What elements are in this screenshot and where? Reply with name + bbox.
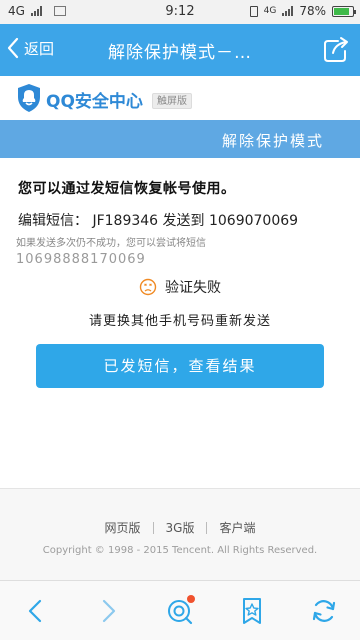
footer-link-web[interactable]: 网页版 [105,519,141,536]
status-right: 4G 78% [249,4,356,18]
fallback-hint: 如果发送多次仍不成功，您可以尝试将短信 [16,238,206,249]
qq-browser-icon[interactable] [164,595,196,627]
vibrate-icon [249,5,258,17]
footer-link-3g[interactable]: 3G版 [166,519,195,536]
share-icon[interactable] [320,34,352,66]
page-title: 解除保护模式－… [108,43,252,63]
section-title: 解除保护模式 [221,132,324,150]
chevron-left-icon [7,37,19,59]
back-label: 返回 [24,39,55,58]
copyright-text: Copyright © 1998 - 2015 Tencent. All Rig… [42,545,318,556]
network-type-right: 4G [263,6,277,16]
verify-status-text: 验证失败 [165,280,221,296]
sms-instruction: 编辑短信： JF189346 发送到 1069070069 [18,213,299,229]
check-result-button[interactable]: 已发短信，查看结果 [36,344,324,388]
back-button[interactable]: 返回 [6,37,54,59]
brand-bar: QQ安全中心 触屏版 [0,76,360,120]
qq-security-shield-logo [18,84,40,112]
brand-badge: 触屏版 [152,93,192,109]
intro-text: 您可以通过发短信恢复帐号使用。 [18,181,236,197]
retry-hint: 请更换其他手机号码重新发送 [88,314,271,329]
notification-dot [187,595,195,603]
forward-icon[interactable] [92,595,124,627]
battery-icon [332,5,356,17]
back-icon[interactable] [20,595,52,627]
verify-status: 验证失败 [0,276,360,298]
refresh-icon[interactable] [308,595,340,627]
footer-separator [152,521,154,534]
section-header: 解除保护模式 [0,120,360,158]
nav-bar: 返回 解除保护模式－… [0,24,360,76]
fallback-number[interactable]: 10698888170069 [16,252,146,267]
battery-percent: 78% [299,4,326,18]
bookmark-star-icon[interactable] [236,595,268,627]
signal-icon-right [282,6,294,16]
footer-link-client[interactable]: 客户端 [219,519,255,536]
status-bar: 4G 9:12 4G 78% [0,0,360,24]
browser-toolbar [0,580,360,640]
footer: 网页版 3G版 客户端 Copyright © 1998 - 2015 Tenc… [0,488,360,580]
main-content: 您可以通过发短信恢复帐号使用。 编辑短信： JF189346 发送到 10690… [0,158,360,488]
footer-links: 网页版 3G版 客户端 [0,519,360,536]
sad-face-icon [139,278,157,296]
brand-name: QQ安全中心 [46,92,143,112]
footer-separator [206,521,208,534]
